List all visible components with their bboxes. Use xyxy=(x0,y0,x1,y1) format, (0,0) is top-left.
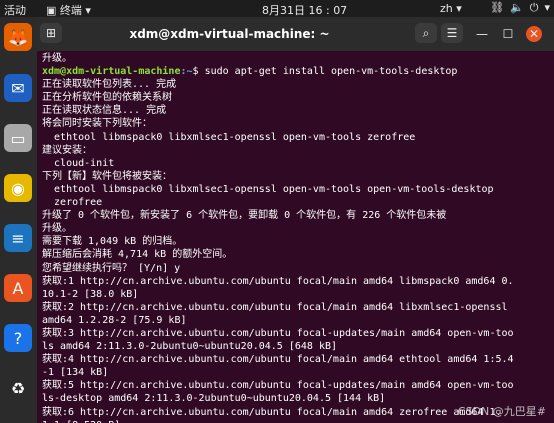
chevron-down-icon: ▾ xyxy=(544,1,550,14)
thunderbird-icon[interactable]: ✉ xyxy=(4,74,32,102)
terminal-line: 解压缩后会消耗 4,714 kB 的额外空间。 xyxy=(42,249,233,261)
terminal-small-icon: ▣ xyxy=(46,4,60,17)
activities-button[interactable]: 活动 xyxy=(4,2,26,18)
terminal-line: cloud-init xyxy=(42,157,115,169)
window-title: xdm@xdm-virtual-machine: ~ xyxy=(129,27,330,41)
rhythmbox-icon[interactable]: ◉ xyxy=(4,174,32,202)
terminal-line: 获取:5 http://cn.archive.ubuntu.com/ubuntu… xyxy=(42,380,514,392)
top-bar: 活动 ▣ 终端 ▾ 8月31日 16 : 07 zh ▾ ⛓ 🔈 ⏻ ▾ xyxy=(0,0,554,17)
terminal-line: 下列【新】软件包将被安装： xyxy=(42,170,172,182)
minimize-button[interactable]: — xyxy=(474,26,490,42)
dock: 🦊 ✉ ▭ ◉ ≡ A? ♻ xyxy=(0,17,37,423)
menu-button[interactable]: ☰ xyxy=(441,23,463,43)
terminal-line: amd64 1.2.28-2 [75.9 kB] xyxy=(42,314,187,326)
watermark: CSDN @九巴星# xyxy=(457,405,546,418)
terminal-line: 升级。 xyxy=(42,223,72,235)
terminal-line: 获取:3 http://cn.archive.ubuntu.com/ubuntu… xyxy=(42,327,514,339)
terminal-prompt-line: xdm@xdm-virtual-machine:~$ sudo apt-get … xyxy=(42,65,552,78)
help-icon[interactable]: ? xyxy=(4,324,32,352)
input-method-indicator[interactable]: zh ▾ xyxy=(440,2,462,15)
maximize-button[interactable]: ☐ xyxy=(500,26,516,42)
terminal-line: -1 [134 kB] xyxy=(42,367,109,379)
system-menu[interactable]: ⛓ 🔈 ⏻ ▾ xyxy=(490,1,550,15)
volume-icon: 🔈 xyxy=(510,1,524,14)
prompt-symbol: $ xyxy=(192,66,205,78)
libreoffice-writer-icon[interactable]: ≡ xyxy=(4,224,32,252)
terminal-line: 10.1-2 [38.0 kB] xyxy=(42,288,139,300)
command-text: sudo apt-get install open-vm-tools-deskt… xyxy=(204,66,458,78)
terminal-line: 升级。 xyxy=(42,53,72,64)
app-menu-label: 终端 xyxy=(59,4,82,17)
terminal-line: 1-1 [8,520 B] xyxy=(42,419,552,423)
prompt-path: :~ xyxy=(180,66,193,78)
close-icon: ✕ xyxy=(528,27,540,41)
hamburger-menu-icon: ☰ xyxy=(446,26,458,40)
trash-icon[interactable]: ♻ xyxy=(4,374,32,402)
terminal-line: ls amd64 2:11.3.0-2ubuntu0~ubuntu20.04.5… xyxy=(42,341,338,353)
terminal-line: 将会同时安装下列软件： xyxy=(42,118,152,130)
search-icon: ⌕ xyxy=(422,25,430,40)
app-menu[interactable]: ▣ 终端 ▾ xyxy=(46,2,91,18)
terminal-line: 获取:2 http://cn.archive.ubuntu.com/ubuntu… xyxy=(42,301,508,313)
prompt-user: xdm@xdm-virtual-machine xyxy=(42,66,181,78)
minimize-icon: — xyxy=(476,27,488,41)
power-icon: ⏻ xyxy=(529,1,539,14)
terminal-line: 您希望继续执行吗？ [Y/n] y xyxy=(42,262,181,274)
search-button[interactable]: ⌕ xyxy=(415,23,437,43)
terminal-title-bar[interactable]: ⊞ xdm@xdm-virtual-machine: ~ ⌕ ☰ — ☐ ✕ xyxy=(37,17,554,51)
network-icon: ⛓ xyxy=(490,1,505,14)
terminal-line: 建议安装： xyxy=(42,144,92,156)
firefox-icon[interactable]: 🦊 xyxy=(4,23,32,51)
terminal-line: 升级了 0 个软件包，新安装了 6 个软件包，要卸载 0 个软件包，有 226 … xyxy=(42,210,447,222)
terminal-line: ethtool libmspack0 libxmlsec1-openssl op… xyxy=(42,131,416,143)
close-button[interactable]: ✕ xyxy=(526,26,542,42)
terminal-line: 需要下载 1,049 kB 的归档。 xyxy=(42,236,183,248)
terminal-line: 正在读取状态信息... 完成 xyxy=(42,105,167,117)
terminal-line: zerofree xyxy=(42,197,103,209)
clock[interactable]: 8月31日 16 : 07 xyxy=(262,2,347,18)
input-method-label: zh xyxy=(440,2,453,15)
terminal-line: 获取:1 http://cn.archive.ubuntu.com/ubuntu… xyxy=(42,275,514,287)
terminal-line: ethtool libmspack0 libxmlsec1-openssl op… xyxy=(42,183,494,195)
terminal-line: 正在读取软件包列表... 完成 xyxy=(42,79,177,91)
terminal-line: 正在分析软件包的依赖关系树 xyxy=(42,92,172,104)
chevron-down-icon: ▾ xyxy=(81,4,91,17)
terminal-output[interactable]: 升级。 xdm@xdm-virtual-machine:~$ sudo apt-g… xyxy=(42,52,552,423)
maximize-icon: ☐ xyxy=(502,27,514,41)
terminal-line: 获取:4 http://cn.archive.ubuntu.com/ubuntu… xyxy=(42,354,514,366)
files-icon[interactable]: ▭ xyxy=(4,124,32,152)
software-center-icon[interactable]: A xyxy=(4,274,32,302)
